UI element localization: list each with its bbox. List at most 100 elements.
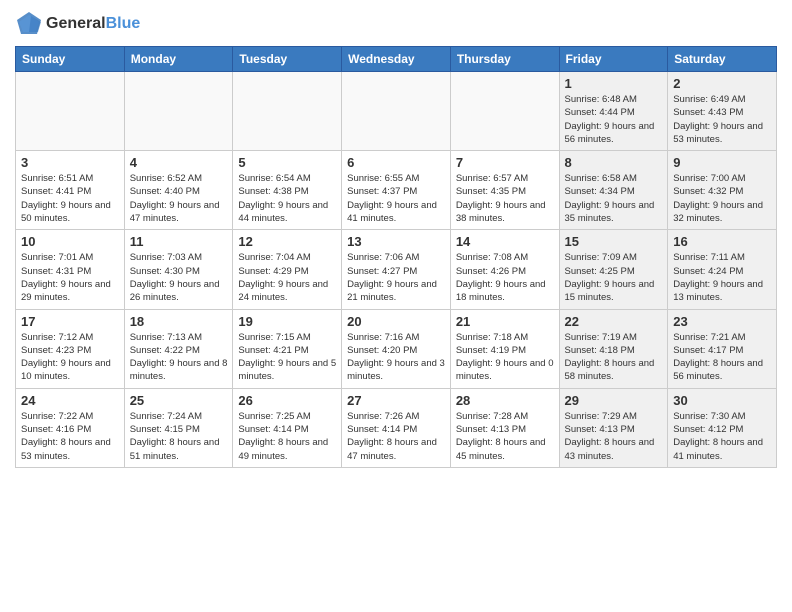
- col-header-monday: Monday: [124, 47, 233, 72]
- calendar-week-4: 24 Sunrise: 7:22 AM Sunset: 4:16 PM Dayli…: [16, 388, 777, 467]
- page-container: GeneralBlue SundayMondayTuesdayWednesday…: [0, 0, 792, 478]
- day-info: Sunrise: 7:22 AM Sunset: 4:16 PM Dayligh…: [21, 410, 119, 463]
- calendar-cell: [16, 72, 125, 151]
- day-info: Sunrise: 7:16 AM Sunset: 4:20 PM Dayligh…: [347, 331, 445, 384]
- day-number: 3: [21, 155, 119, 170]
- calendar-cell: 21Sunrise: 7:18 AM Sunset: 4:19 PM Dayli…: [450, 309, 559, 388]
- day-info: Sunrise: 7:28 AM Sunset: 4:13 PM Dayligh…: [456, 410, 554, 463]
- calendar-cell: 12 Sunrise: 7:04 AM Sunset: 4:29 PM Dayli…: [233, 230, 342, 309]
- logo-icon: [15, 10, 43, 38]
- day-info: Sunrise: 6:55 AM Sunset: 4:37 PM Dayligh…: [347, 172, 445, 225]
- day-number: 10: [21, 234, 119, 249]
- day-number: 20: [347, 314, 445, 329]
- day-info: Sunrise: 7:25 AM Sunset: 4:14 PM Dayligh…: [238, 410, 336, 463]
- calendar-cell: 9Sunrise: 7:00 AM Sunset: 4:32 PM Daylig…: [668, 151, 777, 230]
- header: GeneralBlue: [15, 10, 777, 38]
- calendar-cell: 29Sunrise: 7:29 AM Sunset: 4:13 PM Dayli…: [559, 388, 668, 467]
- calendar-cell: 4 Sunrise: 6:52 AM Sunset: 4:40 PM Daylig…: [124, 151, 233, 230]
- calendar-cell: 26 Sunrise: 7:25 AM Sunset: 4:14 PM Dayli…: [233, 388, 342, 467]
- calendar-cell: 5Sunrise: 6:54 AM Sunset: 4:38 PM Daylig…: [233, 151, 342, 230]
- day-info: Sunrise: 6:52 AM Sunset: 4:40 PM Dayligh…: [130, 172, 228, 225]
- logo-text: GeneralBlue: [46, 15, 140, 33]
- day-number: 18: [130, 314, 228, 329]
- day-info: Sunrise: 7:30 AM Sunset: 4:12 PM Dayligh…: [673, 410, 771, 463]
- logo: GeneralBlue: [15, 10, 140, 38]
- calendar-cell: 30 Sunrise: 7:30 AM Sunset: 4:12 PM Dayli…: [668, 388, 777, 467]
- day-info: Sunrise: 7:08 AM Sunset: 4:26 PM Dayligh…: [456, 251, 554, 304]
- day-info: Sunrise: 7:21 AM Sunset: 4:17 PM Dayligh…: [673, 331, 771, 384]
- calendar-cell: 23 Sunrise: 7:21 AM Sunset: 4:17 PM Dayli…: [668, 309, 777, 388]
- calendar-cell: 8 Sunrise: 6:58 AM Sunset: 4:34 PM Daylig…: [559, 151, 668, 230]
- col-header-sunday: Sunday: [16, 47, 125, 72]
- calendar-cell: 24 Sunrise: 7:22 AM Sunset: 4:16 PM Dayli…: [16, 388, 125, 467]
- calendar-cell: 19 Sunrise: 7:15 AM Sunset: 4:21 PM Dayli…: [233, 309, 342, 388]
- day-info: Sunrise: 6:49 AM Sunset: 4:43 PM Dayligh…: [673, 93, 771, 146]
- calendar-cell: 25 Sunrise: 7:24 AM Sunset: 4:15 PM Dayli…: [124, 388, 233, 467]
- day-number: 23: [673, 314, 771, 329]
- calendar-cell: 10 Sunrise: 7:01 AM Sunset: 4:31 PM Dayli…: [16, 230, 125, 309]
- calendar-cell: 22 Sunrise: 7:19 AM Sunset: 4:18 PM Dayli…: [559, 309, 668, 388]
- day-info: Sunrise: 7:13 AM Sunset: 4:22 PM Dayligh…: [130, 331, 228, 384]
- day-info: Sunrise: 7:04 AM Sunset: 4:29 PM Dayligh…: [238, 251, 336, 304]
- calendar-cell: 13 Sunrise: 7:06 AM Sunset: 4:27 PM Dayli…: [342, 230, 451, 309]
- calendar-week-0: 1Sunrise: 6:48 AM Sunset: 4:44 PM Daylig…: [16, 72, 777, 151]
- calendar-cell: [450, 72, 559, 151]
- col-header-saturday: Saturday: [668, 47, 777, 72]
- calendar-cell: 2 Sunrise: 6:49 AM Sunset: 4:43 PM Daylig…: [668, 72, 777, 151]
- day-info: Sunrise: 7:24 AM Sunset: 4:15 PM Dayligh…: [130, 410, 228, 463]
- day-number: 4: [130, 155, 228, 170]
- calendar-week-1: 3 Sunrise: 6:51 AM Sunset: 4:41 PM Daylig…: [16, 151, 777, 230]
- day-number: 14: [456, 234, 554, 249]
- day-info: Sunrise: 7:19 AM Sunset: 4:18 PM Dayligh…: [565, 331, 663, 384]
- calendar-table: SundayMondayTuesdayWednesdayThursdayFrid…: [15, 46, 777, 468]
- calendar-cell: 6 Sunrise: 6:55 AM Sunset: 4:37 PM Daylig…: [342, 151, 451, 230]
- calendar-cell: 17Sunrise: 7:12 AM Sunset: 4:23 PM Dayli…: [16, 309, 125, 388]
- calendar-cell: 18 Sunrise: 7:13 AM Sunset: 4:22 PM Dayli…: [124, 309, 233, 388]
- day-number: 11: [130, 234, 228, 249]
- day-number: 7: [456, 155, 554, 170]
- day-number: 16: [673, 234, 771, 249]
- day-number: 13: [347, 234, 445, 249]
- day-info: Sunrise: 6:48 AM Sunset: 4:44 PM Dayligh…: [565, 93, 663, 146]
- calendar-cell: [233, 72, 342, 151]
- day-info: Sunrise: 7:26 AM Sunset: 4:14 PM Dayligh…: [347, 410, 445, 463]
- day-number: 15: [565, 234, 663, 249]
- calendar-cell: 20 Sunrise: 7:16 AM Sunset: 4:20 PM Dayli…: [342, 309, 451, 388]
- calendar-cell: 28Sunrise: 7:28 AM Sunset: 4:13 PM Dayli…: [450, 388, 559, 467]
- calendar-cell: [342, 72, 451, 151]
- day-info: Sunrise: 7:03 AM Sunset: 4:30 PM Dayligh…: [130, 251, 228, 304]
- day-info: Sunrise: 6:51 AM Sunset: 4:41 PM Dayligh…: [21, 172, 119, 225]
- calendar-cell: 7 Sunrise: 6:57 AM Sunset: 4:35 PM Daylig…: [450, 151, 559, 230]
- day-number: 30: [673, 393, 771, 408]
- day-info: Sunrise: 7:15 AM Sunset: 4:21 PM Dayligh…: [238, 331, 336, 384]
- day-number: 27: [347, 393, 445, 408]
- day-number: 25: [130, 393, 228, 408]
- day-number: 12: [238, 234, 336, 249]
- day-info: Sunrise: 6:58 AM Sunset: 4:34 PM Dayligh…: [565, 172, 663, 225]
- day-number: 24: [21, 393, 119, 408]
- day-info: Sunrise: 6:57 AM Sunset: 4:35 PM Dayligh…: [456, 172, 554, 225]
- day-number: 26: [238, 393, 336, 408]
- day-number: 6: [347, 155, 445, 170]
- day-number: 8: [565, 155, 663, 170]
- day-number: 9: [673, 155, 771, 170]
- calendar-cell: 14 Sunrise: 7:08 AM Sunset: 4:26 PM Dayli…: [450, 230, 559, 309]
- day-info: Sunrise: 7:12 AM Sunset: 4:23 PM Dayligh…: [21, 331, 119, 384]
- day-number: 22: [565, 314, 663, 329]
- calendar-cell: 1Sunrise: 6:48 AM Sunset: 4:44 PM Daylig…: [559, 72, 668, 151]
- day-info: Sunrise: 7:09 AM Sunset: 4:25 PM Dayligh…: [565, 251, 663, 304]
- day-info: Sunrise: 7:01 AM Sunset: 4:31 PM Dayligh…: [21, 251, 119, 304]
- calendar-week-3: 17Sunrise: 7:12 AM Sunset: 4:23 PM Dayli…: [16, 309, 777, 388]
- day-info: Sunrise: 7:11 AM Sunset: 4:24 PM Dayligh…: [673, 251, 771, 304]
- calendar-header-row: SundayMondayTuesdayWednesdayThursdayFrid…: [16, 47, 777, 72]
- calendar-cell: 16 Sunrise: 7:11 AM Sunset: 4:24 PM Dayli…: [668, 230, 777, 309]
- day-info: Sunrise: 7:18 AM Sunset: 4:19 PM Dayligh…: [456, 331, 554, 384]
- col-header-thursday: Thursday: [450, 47, 559, 72]
- day-info: Sunrise: 6:54 AM Sunset: 4:38 PM Dayligh…: [238, 172, 336, 225]
- day-number: 29: [565, 393, 663, 408]
- day-number: 2: [673, 76, 771, 91]
- day-info: Sunrise: 7:06 AM Sunset: 4:27 PM Dayligh…: [347, 251, 445, 304]
- col-header-wednesday: Wednesday: [342, 47, 451, 72]
- day-number: 19: [238, 314, 336, 329]
- calendar-cell: 3 Sunrise: 6:51 AM Sunset: 4:41 PM Daylig…: [16, 151, 125, 230]
